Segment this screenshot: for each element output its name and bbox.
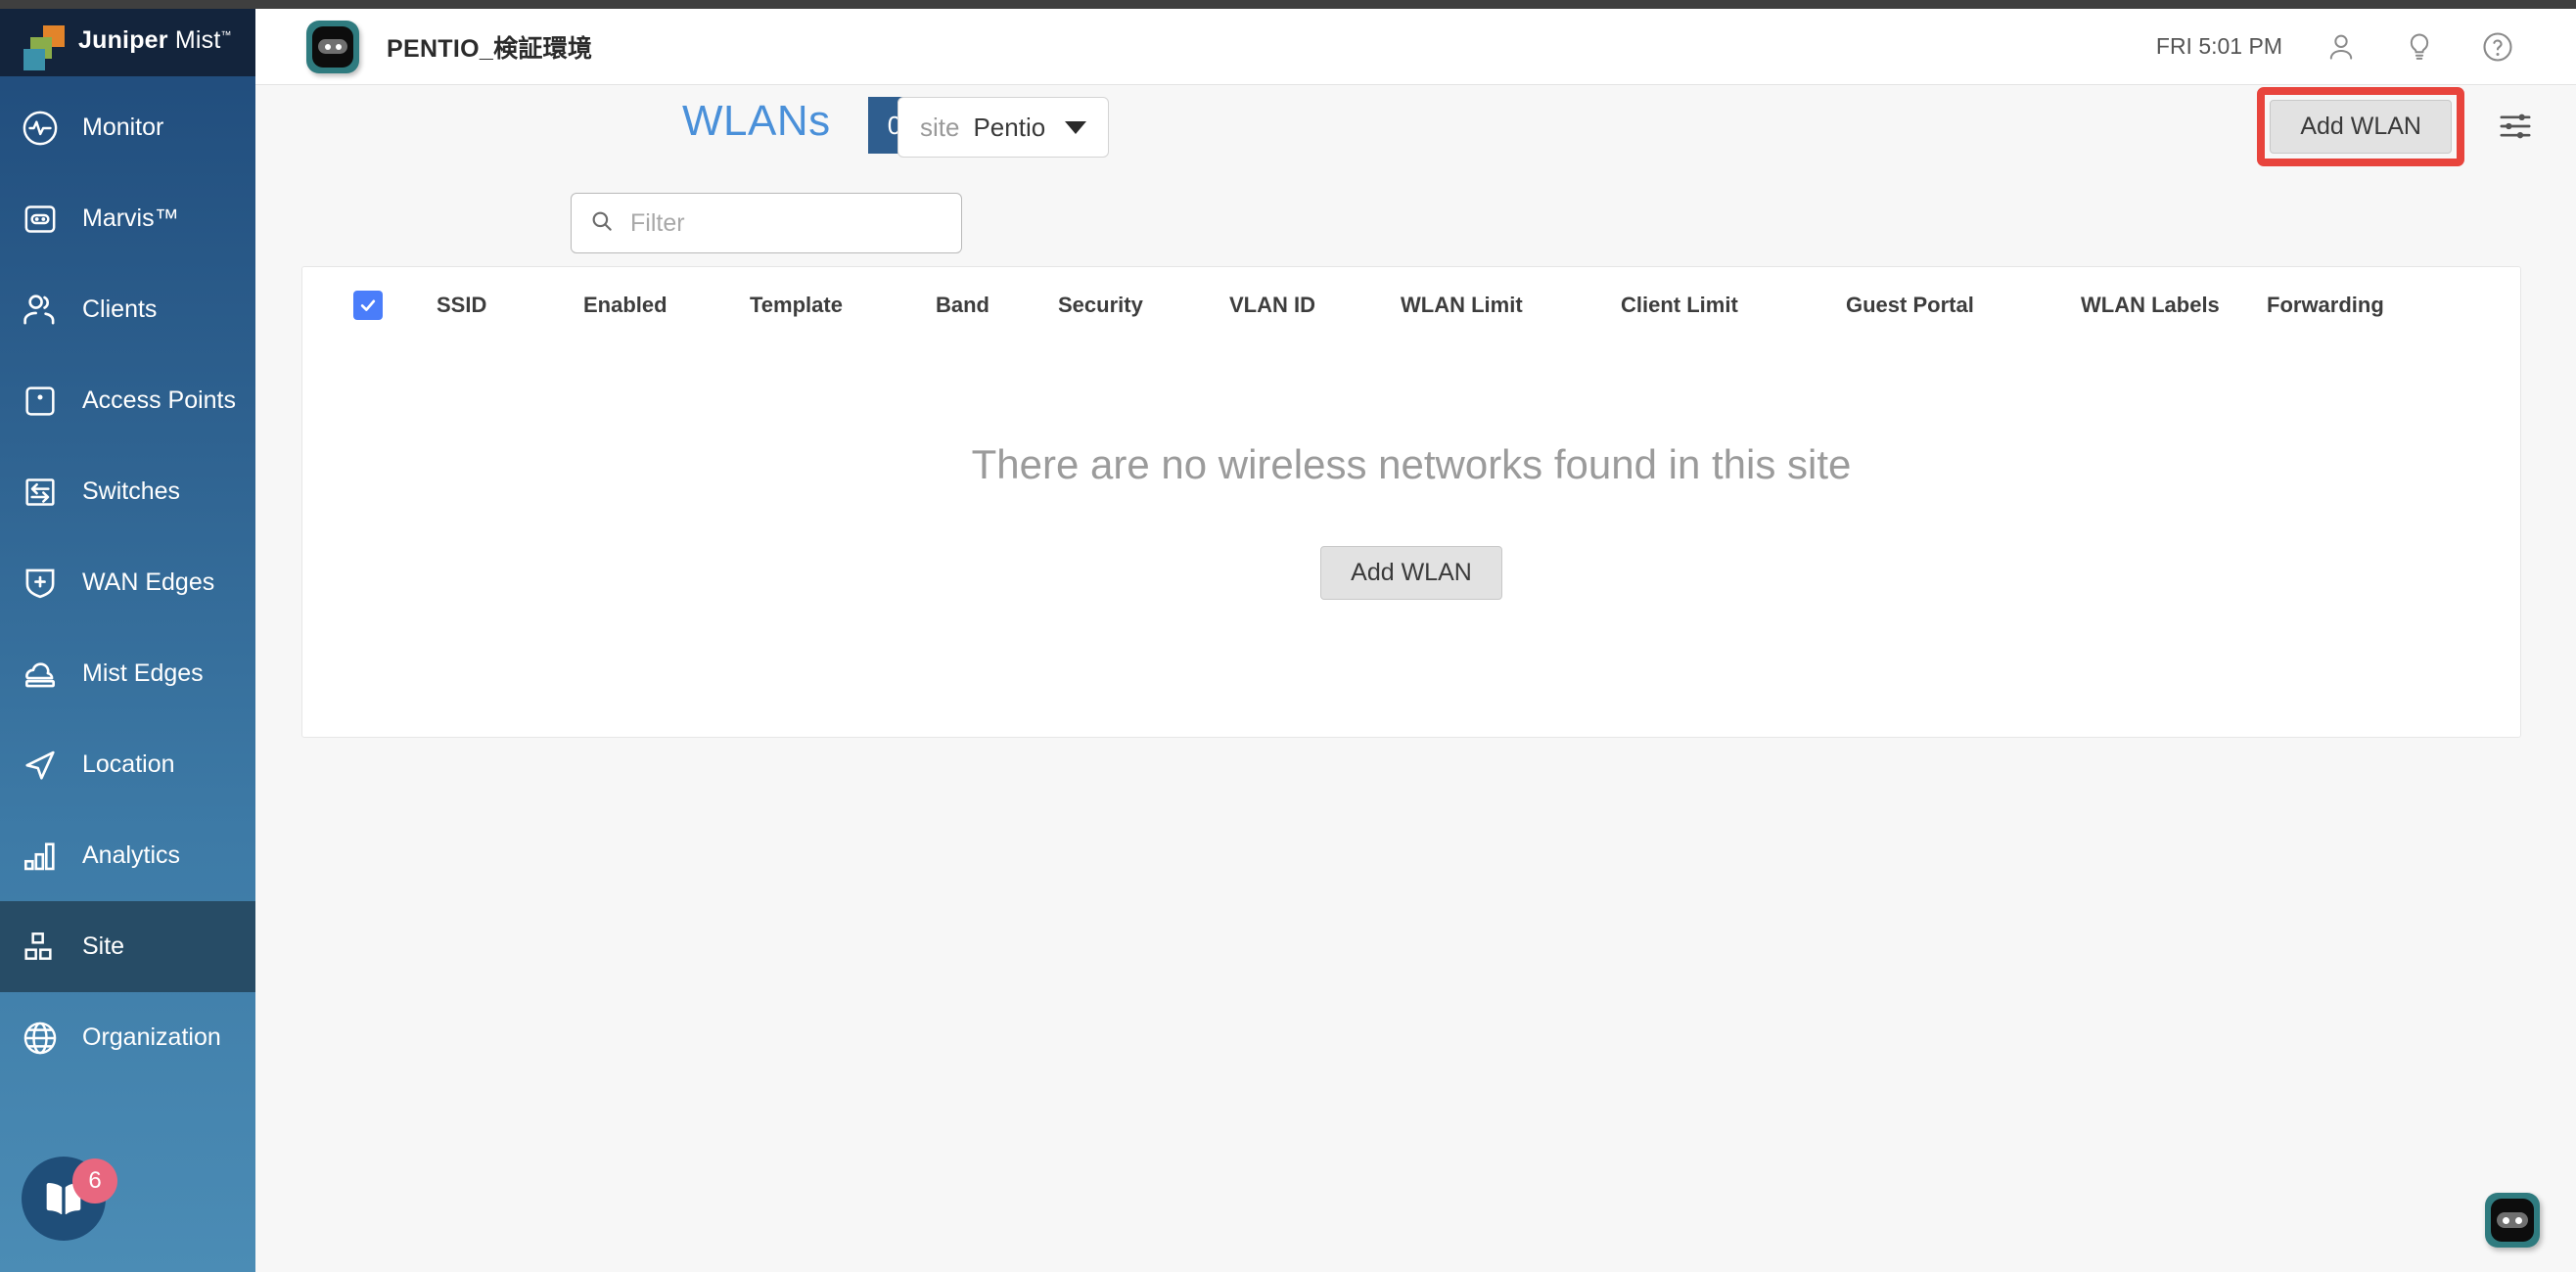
- column-header-guest-portal[interactable]: Guest Portal: [1846, 293, 2081, 318]
- sidebar: Juniper Mist™ Monitor Marvis™ Clients Ac…: [0, 9, 255, 1272]
- globe-icon: [18, 1016, 63, 1061]
- wlans-table-card: SSID Enabled Template Band Security VLAN…: [301, 266, 2521, 738]
- sidebar-item-site[interactable]: Site: [0, 901, 255, 992]
- org-title: PENTIO_検証環境: [387, 34, 593, 63]
- empty-state-message: There are no wireless networks found in …: [971, 441, 1852, 487]
- sidebar-item-label: Switches: [82, 477, 181, 505]
- table-header-row: SSID Enabled Template Band Security VLAN…: [302, 267, 2520, 343]
- sidebar-item-label: Site: [82, 932, 125, 960]
- column-header-wlan-labels[interactable]: WLAN Labels: [2081, 293, 2267, 318]
- help-question-icon[interactable]: [2478, 27, 2517, 67]
- empty-state-action-wrap: Add WLAN: [302, 546, 2520, 600]
- sidebar-item-marvis[interactable]: Marvis™: [0, 173, 255, 264]
- clock: FRI 5:01 PM: [2155, 33, 2282, 59]
- column-header-template[interactable]: Template: [750, 293, 936, 318]
- sliders-settings-icon[interactable]: [2494, 105, 2537, 148]
- sidebar-nav: Monitor Marvis™ Clients Access Points Sw…: [0, 76, 255, 1083]
- browser-top-strip: [0, 0, 2576, 9]
- lightbulb-icon[interactable]: [2400, 27, 2439, 67]
- site-selector-value: Pentio: [973, 112, 1046, 142]
- pulse-circle-icon: [18, 106, 63, 151]
- column-header-security[interactable]: Security: [1058, 293, 1229, 318]
- help-book-badge: 6: [72, 1158, 117, 1204]
- user-icon[interactable]: [2322, 27, 2361, 67]
- site-selector-label: site: [920, 112, 960, 142]
- sidebar-item-analytics[interactable]: Analytics: [0, 810, 255, 901]
- add-wlan-button[interactable]: Add WLAN: [2270, 99, 2452, 154]
- brand-trademark: ™: [220, 29, 232, 42]
- bar-chart-icon: [18, 834, 63, 879]
- select-all-checkbox[interactable]: [353, 291, 383, 320]
- switch-arrows-icon: [18, 470, 63, 515]
- empty-add-wlan-button[interactable]: Add WLAN: [1320, 546, 1502, 600]
- sidebar-item-organization[interactable]: Organization: [0, 992, 255, 1083]
- people-icon: [18, 288, 63, 333]
- sidebar-item-monitor[interactable]: Monitor: [0, 82, 255, 173]
- brand-header[interactable]: Juniper Mist™: [0, 9, 255, 76]
- filter-row: [571, 193, 962, 253]
- column-header-enabled[interactable]: Enabled: [583, 293, 750, 318]
- help-book-button[interactable]: 6: [22, 1157, 117, 1250]
- filter-box[interactable]: [571, 193, 962, 253]
- sidebar-item-label: Analytics: [82, 841, 181, 869]
- column-header-vlan-id[interactable]: VLAN ID: [1229, 293, 1401, 318]
- top-bar-right: FRI 5:01 PM: [2156, 27, 2576, 67]
- caret-down-icon: [1065, 120, 1087, 134]
- top-bar: PENTIO_検証環境 FRI 5:01 PM: [255, 9, 2576, 85]
- robot-icon: [18, 197, 63, 242]
- sidebar-item-label: Access Points: [82, 386, 237, 414]
- sidebar-item-clients[interactable]: Clients: [0, 264, 255, 355]
- search-icon: [589, 208, 615, 239]
- page-header: 0 WLANs site Pentio Add WLAN: [255, 86, 2576, 166]
- column-header-forwarding[interactable]: Forwarding: [2267, 293, 2384, 318]
- shield-plus-icon: [18, 561, 63, 606]
- brand-name-bold: Juniper: [78, 26, 168, 54]
- sidebar-item-wan-edges[interactable]: WAN Edges: [0, 537, 255, 628]
- column-header-ssid[interactable]: SSID: [437, 293, 583, 318]
- page-title: WLANs: [682, 97, 831, 145]
- site-selector[interactable]: site Pentio: [897, 97, 1110, 158]
- sidebar-item-label: WAN Edges: [82, 568, 215, 596]
- access-point-icon: [18, 379, 63, 424]
- column-header-band[interactable]: Band: [936, 293, 1058, 318]
- add-wlan-highlight: Add WLAN: [2257, 86, 2464, 166]
- site-blocks-icon: [18, 925, 63, 970]
- app-root: Juniper Mist™ Monitor Marvis™ Clients Ac…: [0, 0, 2576, 1272]
- marvis-robot-icon[interactable]: [306, 20, 359, 73]
- column-header-wlan-limit[interactable]: WLAN Limit: [1401, 293, 1621, 318]
- column-header-client-limit[interactable]: Client Limit: [1621, 293, 1846, 318]
- brand-name: Juniper Mist™: [78, 26, 232, 55]
- sidebar-item-label: Mist Edges: [82, 659, 204, 687]
- sidebar-item-access-points[interactable]: Access Points: [0, 355, 255, 446]
- filter-input[interactable]: [630, 208, 943, 238]
- sidebar-item-label: Monitor: [82, 114, 164, 141]
- sidebar-item-mist-edges[interactable]: Mist Edges: [0, 628, 255, 719]
- sidebar-item-label: Location: [82, 750, 175, 778]
- navigation-arrow-icon: [18, 743, 63, 788]
- marvis-robot-icon: [2491, 1199, 2534, 1242]
- cloud-edge-icon: [18, 652, 63, 697]
- sidebar-item-location[interactable]: Location: [0, 719, 255, 810]
- juniper-squares-logo-icon: [23, 23, 67, 70]
- page-header-actions: Add WLAN: [2257, 86, 2576, 166]
- brand-name-light: Mist: [174, 26, 221, 54]
- sidebar-item-switches[interactable]: Switches: [0, 446, 255, 537]
- sidebar-item-label: Organization: [82, 1023, 221, 1051]
- sidebar-item-label: Clients: [82, 295, 158, 323]
- sidebar-item-label: Marvis™: [82, 204, 179, 232]
- marvis-chat-button[interactable]: [2485, 1193, 2540, 1248]
